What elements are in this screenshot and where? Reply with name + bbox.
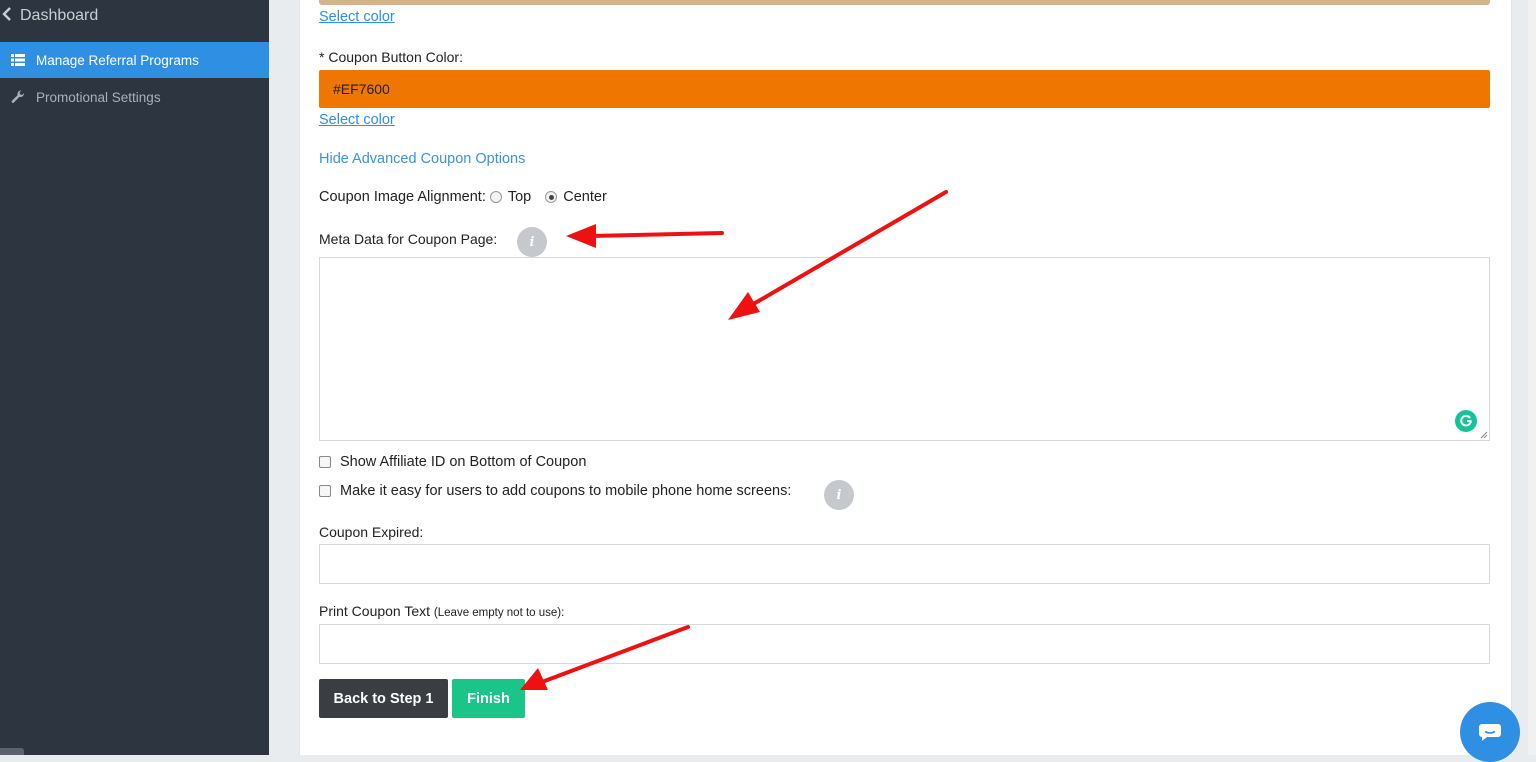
print-coupon-text-hint: (Leave empty not to use): <box>433 607 565 619</box>
wrench-icon <box>0 90 36 104</box>
show-affiliate-id-label: Show Affiliate ID on Bottom of Coupon <box>340 454 587 470</box>
info-icon[interactable]: i <box>824 480 854 510</box>
back-to-step-1-button[interactable]: Back to Step 1 <box>319 679 448 718</box>
radio-center-label: Center <box>563 189 607 205</box>
dashboard-back-link[interactable]: Dashboard <box>0 6 98 26</box>
image-alignment-label: Coupon Image Alignment: <box>319 189 486 205</box>
sidebar-item-label: Promotional Settings <box>36 89 161 105</box>
sidebar-item-label: Manage Referral Programs <box>36 52 199 68</box>
radio-top[interactable] <box>489 191 502 203</box>
meta-data-label: Meta Data for Coupon Page: <box>319 231 498 247</box>
finish-button[interactable]: Finish <box>452 679 525 718</box>
chevron-left-icon <box>0 7 14 25</box>
print-coupon-text-input[interactable] <box>319 624 1490 664</box>
mobile-home-screen-checkbox[interactable] <box>319 485 331 497</box>
sidebar-scrollbar[interactable] <box>0 748 24 755</box>
list-icon <box>0 54 36 66</box>
grammarly-icon[interactable] <box>1455 410 1477 432</box>
coupon-expired-input[interactable] <box>319 544 1490 584</box>
chat-widget-button[interactable] <box>1460 702 1520 762</box>
hide-advanced-options-link[interactable]: Hide Advanced Coupon Options <box>319 151 525 167</box>
info-icon[interactable]: i <box>517 227 547 257</box>
radio-center[interactable] <box>545 191 558 203</box>
select-color-link-2[interactable]: Select color <box>319 112 395 128</box>
show-affiliate-id-row[interactable]: Show Affiliate ID on Bottom of Coupon <box>319 454 586 470</box>
mobile-home-screen-label: Make it easy for users to add coupons to… <box>340 483 792 499</box>
coupon-expired-label: Coupon Expired: <box>319 524 424 540</box>
print-coupon-text-label: Print Coupon Text (Leave empty not to us… <box>319 603 565 619</box>
coupon-button-color-value: #EF7600 <box>333 81 390 97</box>
coupon-button-color-input[interactable]: #EF7600 <box>319 70 1490 108</box>
select-color-link-1[interactable]: Select color <box>319 9 395 25</box>
resize-handle-icon[interactable] <box>1480 431 1488 439</box>
coupon-button-color-label: * Coupon Button Color: <box>319 49 463 65</box>
dashboard-label: Dashboard <box>20 7 99 24</box>
meta-data-textarea[interactable] <box>319 257 1490 441</box>
sidebar-item-promotional-settings[interactable]: Promotional Settings <box>0 79 269 115</box>
sidebar-item-manage-referral-programs[interactable]: Manage Referral Programs <box>0 42 269 78</box>
page-scrollbar[interactable] <box>1528 0 1536 755</box>
show-affiliate-id-checkbox[interactable] <box>319 456 331 468</box>
coupon-image-alignment: Coupon Image Alignment: Top Center <box>319 189 617 205</box>
radio-top-label: Top <box>507 189 532 205</box>
chat-icon <box>1479 724 1501 741</box>
previous-color-swatch[interactable] <box>319 0 1490 5</box>
sidebar: Dashboard Manage Referral Programs Promo… <box>0 0 269 755</box>
mobile-home-screen-row[interactable]: Make it easy for users to add coupons to… <box>319 483 791 499</box>
